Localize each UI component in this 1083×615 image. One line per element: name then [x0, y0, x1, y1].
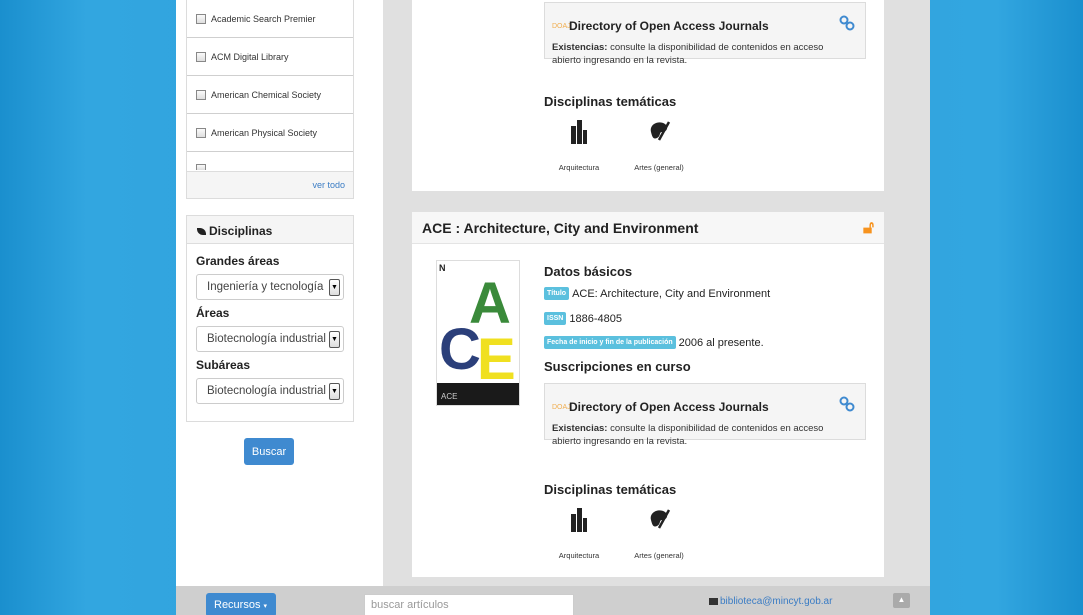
chevron-down-icon[interactable]: ▼	[329, 278, 340, 296]
issn-value: 1886-4805	[569, 312, 622, 325]
journal-cover[interactable]: N A C E ACE	[436, 260, 520, 406]
resource-checkbox[interactable]	[196, 164, 206, 170]
chevron-down-icon[interactable]: ▼	[329, 330, 340, 348]
fecha-value: 2006 al presente.	[678, 336, 764, 349]
fecha-badge: Fecha de inicio y fin de la publicación	[544, 336, 676, 349]
areas-label: Áreas	[196, 306, 230, 320]
titulo-badge: Título	[544, 287, 570, 300]
search-button[interactable]: Buscar	[244, 438, 294, 465]
discipline-artes[interactable]: Artes (general)	[624, 118, 694, 172]
discipline-label: Artes (general)	[634, 163, 684, 172]
disciplines-header: Disciplinas	[187, 216, 353, 244]
subscriptions-title: Suscripciones en curso	[544, 359, 691, 374]
discipline-arquitectura[interactable]: Arquitectura	[544, 506, 614, 560]
issn-badge: ISSN	[544, 312, 567, 325]
recursos-dropdown[interactable]: Recursos ▾	[206, 593, 276, 615]
subscription-box: DOAJ Directory of Open Access Journals E…	[544, 2, 866, 66]
open-access-icon: 🔓︎	[862, 218, 874, 237]
grandes-areas-label: Grandes áreas	[196, 254, 280, 268]
resources-panel: Academic Search Premier ACM Digital Libr…	[186, 0, 354, 199]
resource-label: Academic Search Premier	[211, 13, 316, 24]
leaf-icon	[197, 228, 206, 235]
resource-item[interactable]: American Physical Society	[187, 114, 353, 152]
subscription-name[interactable]: Directory of Open Access Journals	[569, 400, 769, 414]
resource-checkbox[interactable]	[196, 127, 206, 138]
cover-mark-text: N	[439, 263, 446, 273]
resource-item[interactable]: Academic Search Premier	[187, 0, 353, 38]
areas-value: Biotecnología industrial	[207, 333, 326, 345]
basic-data-title: Datos básicos	[544, 264, 633, 279]
existencias-label: Existencias:	[552, 42, 608, 53]
journal-card: DOAJ Directory of Open Access Journals E…	[411, 0, 885, 192]
svg-text:C: C	[439, 317, 481, 381]
recursos-label: Recursos	[214, 599, 261, 611]
grandes-areas-value: Ingeniería y tecnología	[207, 281, 324, 293]
search-articles-input[interactable]: buscar artículos	[364, 594, 574, 615]
link-icon[interactable]	[839, 15, 855, 31]
resource-item[interactable]	[187, 152, 353, 170]
grandes-areas-select[interactable]: Ingeniería y tecnología ▼	[196, 274, 344, 300]
existencias-text: Existencias: consulte la disponibilidad …	[552, 41, 852, 67]
cover-band-text: ACE	[441, 392, 458, 401]
disciplines-title: Disciplinas	[209, 224, 273, 238]
resource-item[interactable]: American Chemical Society	[187, 76, 353, 114]
title-field: Título ACE: Architecture, City and Envir…	[544, 287, 770, 300]
chevron-down-icon[interactable]: ▼	[329, 382, 340, 400]
resource-checkbox[interactable]	[196, 51, 206, 62]
see-all-link[interactable]: ver todo	[187, 171, 353, 198]
existencias-label: Existencias:	[552, 423, 608, 434]
email-text: biblioteca@mincyt.gob.ar	[720, 596, 833, 607]
journal-title[interactable]: ACE : Architecture, City and Environment	[412, 212, 884, 244]
caret-down-icon: ▾	[263, 603, 268, 610]
building-icon	[571, 120, 587, 144]
journal-card: ACE : Architecture, City and Environment…	[411, 211, 885, 578]
building-icon	[571, 508, 587, 532]
subscription-box: DOAJ Directory of Open Access Journals E…	[544, 383, 866, 447]
titulo-value: ACE: Architecture, City and Environment	[572, 287, 771, 300]
scroll-top-icon[interactable]: ▲	[893, 593, 910, 608]
discipline-label: Arquitectura	[558, 163, 600, 172]
resource-label: American Physical Society	[211, 127, 318, 138]
doaj-tag: DOAJ	[552, 23, 571, 30]
disciplines-title: Disciplinas temáticas	[544, 482, 677, 497]
discipline-arquitectura[interactable]: Arquitectura	[544, 118, 614, 172]
resource-label: ACM Digital Library	[211, 51, 289, 62]
resource-item[interactable]: ACM Digital Library	[187, 38, 353, 76]
subareas-label: Subáreas	[196, 358, 251, 372]
discipline-artes[interactable]: Artes (general)	[624, 506, 694, 560]
page-container: Academic Search Premier ACM Digital Libr…	[176, 0, 930, 615]
resource-checkbox[interactable]	[196, 13, 206, 24]
areas-select[interactable]: Biotecnología industrial ▼	[196, 326, 344, 352]
palette-icon	[650, 121, 671, 141]
issn-field: ISSN 1886-4805	[544, 312, 622, 325]
footer-bar: Recursos ▾ buscar artículos biblioteca@m…	[176, 586, 930, 615]
discipline-label: Artes (general)	[634, 551, 684, 560]
palette-icon	[650, 509, 671, 529]
existencias-text: Existencias: consulte la disponibilidad …	[552, 422, 852, 448]
discipline-label: Arquitectura	[558, 551, 600, 560]
disciplines-panel: Disciplinas Grandes áreas Ingeniería y t…	[186, 215, 354, 422]
email-link[interactable]: biblioteca@mincyt.gob.ar	[709, 596, 832, 607]
resource-checkbox[interactable]	[196, 89, 206, 100]
subscription-name[interactable]: Directory of Open Access Journals	[569, 19, 769, 33]
doaj-tag: DOAJ	[552, 404, 571, 411]
disciplines-title: Disciplinas temáticas	[544, 94, 677, 109]
link-icon[interactable]	[839, 396, 855, 412]
fecha-field: Fecha de inicio y fin de la publicación …	[544, 336, 764, 349]
envelope-icon	[709, 598, 718, 605]
cover-art: N A C E	[439, 263, 516, 381]
svg-text:E: E	[477, 327, 516, 381]
subareas-value: Biotecnología industrial	[207, 385, 326, 397]
subareas-select[interactable]: Biotecnología industrial ▼	[196, 378, 344, 404]
resource-label: American Chemical Society	[211, 89, 322, 100]
